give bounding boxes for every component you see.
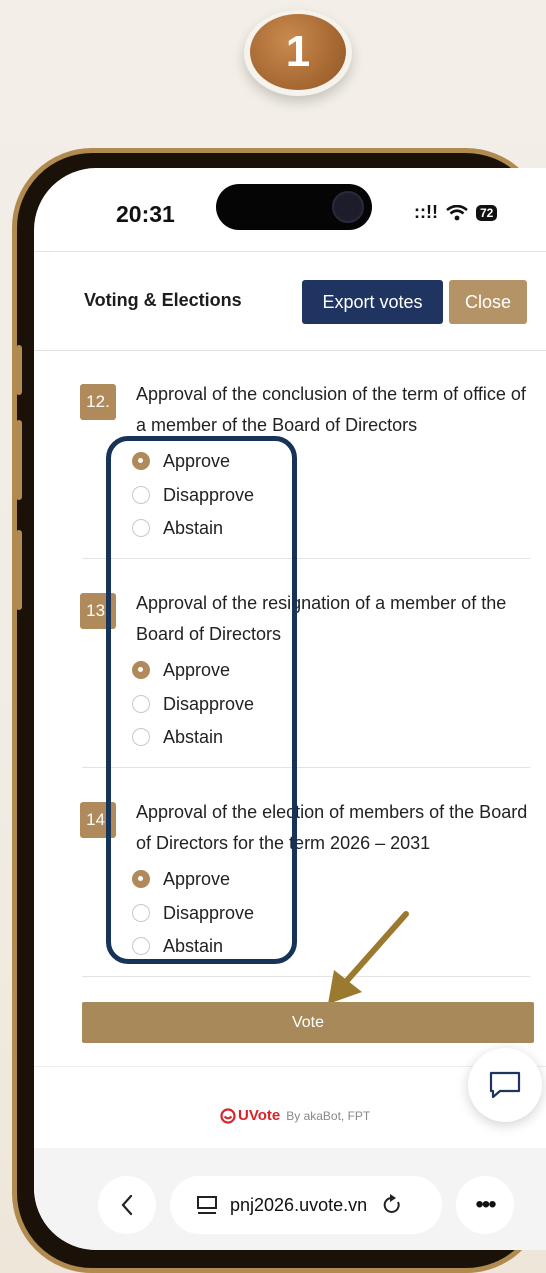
step-badge: 1 xyxy=(241,10,357,100)
chevron-left-icon xyxy=(121,1194,133,1216)
export-votes-button[interactable]: Export votes xyxy=(302,280,443,324)
vote-button[interactable]: Vote xyxy=(82,1002,534,1043)
footer-brand: UVote By akaBot, FPT xyxy=(220,1107,370,1124)
divider xyxy=(34,1066,546,1067)
question-number: 12. xyxy=(80,384,116,420)
more-button[interactable]: ••• xyxy=(456,1176,514,1234)
status-icons: ::!! 72 xyxy=(414,202,498,223)
step-number: 1 xyxy=(250,14,346,90)
page-title: Voting & Elections xyxy=(84,290,242,310)
tabs-icon xyxy=(197,1196,217,1214)
divider xyxy=(82,976,530,977)
phone-side-button xyxy=(16,420,22,500)
dynamic-island xyxy=(216,184,372,230)
question-text: Approval of the conclusion of the term o… xyxy=(136,384,526,435)
phone-screen: 20:31 ::!! 72 Voting & Elections Export … xyxy=(34,168,546,1250)
status-time: 20:31 xyxy=(116,201,175,227)
url-text: pnj2026.uvote.vn xyxy=(230,1194,368,1215)
more-icon: ••• xyxy=(475,1191,496,1218)
phone-side-button xyxy=(16,345,22,395)
signal-icon: ::!! xyxy=(414,202,438,222)
chat-icon xyxy=(489,1071,521,1099)
close-button[interactable]: Close xyxy=(449,280,527,324)
arrow-icon xyxy=(328,911,409,1004)
wifi-icon xyxy=(446,204,468,220)
address-bar[interactable]: pnj2026.uvote.vn xyxy=(170,1176,442,1234)
highlight-box xyxy=(106,436,297,964)
battery-indicator: 72 xyxy=(475,204,498,221)
app-header: Voting & Elections Export votes Close xyxy=(34,252,546,351)
camera-icon xyxy=(332,191,364,223)
uvote-logo: UVote xyxy=(220,1107,280,1124)
brand-byline: By akaBot, FPT xyxy=(286,1108,371,1123)
brand-name: UVote xyxy=(238,1107,281,1124)
phone-side-button xyxy=(16,530,22,610)
back-button[interactable] xyxy=(98,1176,156,1234)
uvote-logo-icon xyxy=(220,1107,236,1124)
chat-button[interactable] xyxy=(468,1048,542,1122)
reload-icon[interactable] xyxy=(381,1194,403,1216)
